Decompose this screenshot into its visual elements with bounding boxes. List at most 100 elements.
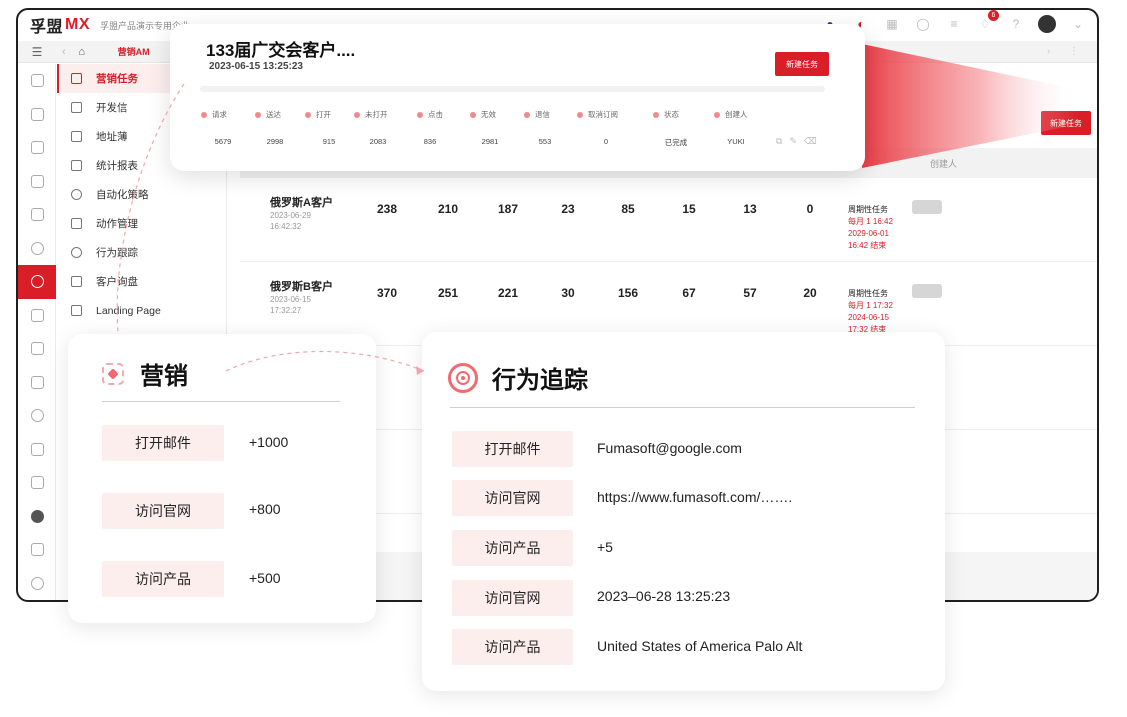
list-icon[interactable]: ≡ bbox=[945, 15, 963, 33]
rail-settings-icon[interactable] bbox=[18, 567, 56, 601]
stat-dot bbox=[653, 111, 659, 118]
stage: 孚盟 MX 孚盟产品演示专用企业 ● ◐ ▦ ◯ ≡ ♢6 ? ⌄ ☰ ‹ ⌂ … bbox=[0, 0, 1127, 717]
stat-value-bounced: 553 bbox=[538, 137, 552, 146]
rail-home-icon[interactable] bbox=[18, 64, 56, 98]
cell-opened: 187 bbox=[497, 202, 519, 216]
mail-icon bbox=[71, 73, 82, 84]
cell-delivered: 210 bbox=[437, 202, 459, 216]
tracking-label: 访问产品 bbox=[452, 530, 573, 566]
copy-icon[interactable]: ⧉ bbox=[776, 136, 782, 147]
divider bbox=[102, 401, 340, 402]
tab-overflow-icon[interactable]: › ⋮ bbox=[1047, 46, 1087, 57]
avatar bbox=[1038, 15, 1056, 33]
cell-unopened: 30 bbox=[561, 286, 575, 300]
rail-money-icon[interactable] bbox=[18, 399, 56, 433]
cell-unsubscribed: 20 bbox=[803, 286, 817, 300]
automation-icon bbox=[71, 189, 82, 200]
stat-label-unopened: 未打开 bbox=[354, 109, 388, 120]
task-schedule: 周期性任务 每月 1 17:32 2024-06-15 17:32 结束 bbox=[848, 289, 893, 334]
tab-back-icon[interactable]: ‹ bbox=[62, 46, 66, 58]
stat-value-invalid: 2981 bbox=[481, 137, 499, 146]
menu-label: 营销任务 bbox=[96, 73, 138, 85]
task-name[interactable]: 俄罗斯A客户 bbox=[270, 194, 333, 210]
tracking-value: United States of America Palo Alt bbox=[597, 638, 803, 654]
cell-unopened: 23 bbox=[561, 202, 575, 216]
tracking-label: 访问官网 bbox=[452, 480, 573, 516]
bell-icon[interactable]: ♢ 6 bbox=[976, 10, 999, 33]
user-avatar[interactable] bbox=[1038, 15, 1056, 33]
metric-value: +500 bbox=[249, 570, 281, 586]
menu-automation[interactable]: 自动化策略 bbox=[57, 180, 226, 209]
stat-value-unsubscribed: 0 bbox=[603, 137, 609, 146]
new-task-button[interactable]: 新建任务 bbox=[1041, 111, 1091, 135]
card-new-task-button[interactable]: 新建任务 bbox=[775, 52, 829, 76]
rail-chart-icon[interactable] bbox=[18, 466, 56, 500]
menu-label: 自动化策略 bbox=[96, 189, 149, 201]
rail-document-icon[interactable] bbox=[18, 332, 56, 366]
rail-org-icon[interactable] bbox=[18, 131, 56, 165]
brand-name: 孚盟 bbox=[30, 19, 64, 36]
menu-label: Landing Page bbox=[96, 304, 161, 317]
stat-value-unopened: 2083 bbox=[369, 137, 387, 146]
stat-label-requests: 请求 bbox=[201, 109, 227, 120]
rail-truck-icon[interactable] bbox=[18, 366, 56, 400]
menu-landing-page[interactable]: Landing Page bbox=[57, 296, 226, 325]
menu-label: 开发信 bbox=[96, 102, 128, 114]
creator-avatar bbox=[912, 284, 942, 298]
rail-mail-icon[interactable] bbox=[18, 165, 56, 199]
tracking-value: https://www.fumasoft.com/……. bbox=[597, 489, 793, 505]
tracking-label: 打开邮件 bbox=[452, 431, 573, 467]
table-row[interactable]: 俄罗斯A客户 2023-06-29 16:42:32 238 210 187 23… bbox=[240, 178, 1097, 262]
menu-label: 统计报表 bbox=[96, 160, 138, 172]
divider bbox=[450, 407, 915, 408]
header-creator: 创建人 bbox=[929, 159, 957, 169]
metric-value: +800 bbox=[249, 501, 281, 517]
menu-tracking[interactable]: 行为跟踪 bbox=[57, 238, 226, 267]
notification-badge: 6 bbox=[988, 10, 999, 21]
cell-clicked: 85 bbox=[621, 202, 635, 216]
stat-dot bbox=[714, 111, 720, 118]
menu-toggle-icon[interactable]: ☰ bbox=[18, 45, 56, 59]
stat-dot bbox=[417, 111, 423, 118]
delete-icon[interactable]: ⌫ bbox=[804, 136, 817, 147]
marketing-card-header: 营销 bbox=[102, 356, 188, 391]
cell-requests: 370 bbox=[376, 286, 398, 300]
stat-value-status: 已完成 bbox=[664, 138, 688, 147]
rail-compass-icon[interactable] bbox=[18, 232, 56, 266]
tab-marketing[interactable]: 营销AM bbox=[118, 45, 150, 58]
help-icon[interactable]: ? bbox=[1007, 15, 1025, 33]
tracking-value: 2023–06-28 13:25:23 bbox=[597, 588, 731, 604]
cell-delivered: 251 bbox=[437, 286, 459, 300]
stat-value-creator: YUKI bbox=[727, 137, 745, 146]
task-time: 2023-06-15 13:25:23 bbox=[209, 61, 303, 72]
task-name[interactable]: 俄罗斯B客户 bbox=[270, 278, 333, 294]
stat-label-creator: 创建人 bbox=[714, 109, 748, 120]
home-icon[interactable]: ⌂ bbox=[72, 44, 92, 60]
tracking-icon bbox=[71, 247, 82, 258]
menu-inquiry[interactable]: 客户询盘 bbox=[57, 267, 226, 296]
stat-value-delivered: 2998 bbox=[266, 137, 284, 146]
rail-clipboard-icon[interactable] bbox=[18, 299, 56, 333]
chevron-down-icon[interactable]: ⌄ bbox=[1069, 15, 1087, 33]
tracking-value: +5 bbox=[597, 539, 613, 555]
rail-whatsapp-icon[interactable] bbox=[18, 500, 56, 534]
stat-dot bbox=[201, 111, 207, 118]
metric-label: 访问产品 bbox=[102, 561, 224, 597]
rail-calendar-icon[interactable] bbox=[18, 533, 56, 567]
rail-bag-icon[interactable] bbox=[18, 198, 56, 232]
stat-label-bounced: 退信 bbox=[524, 109, 550, 120]
brand-logo[interactable]: 孚盟 MX bbox=[30, 13, 90, 37]
rail-book-icon[interactable] bbox=[18, 433, 56, 467]
task-title: 133届广交会客户.... bbox=[206, 41, 356, 60]
cell-bounced: 57 bbox=[743, 286, 757, 300]
whatsapp-icon[interactable]: ◯ bbox=[914, 15, 932, 33]
rail-marketing-icon[interactable] bbox=[18, 265, 56, 299]
cell-clicked: 156 bbox=[617, 286, 639, 300]
rail-contacts-icon[interactable] bbox=[18, 98, 56, 132]
creator-avatar bbox=[912, 200, 942, 214]
cell-invalid: 15 bbox=[682, 202, 696, 216]
edit-icon[interactable]: ✎ bbox=[789, 136, 797, 147]
menu-actions[interactable]: 动作管理 bbox=[57, 209, 226, 238]
stat-dot bbox=[305, 111, 311, 118]
apps-grid-icon[interactable]: ▦ bbox=[883, 15, 901, 33]
